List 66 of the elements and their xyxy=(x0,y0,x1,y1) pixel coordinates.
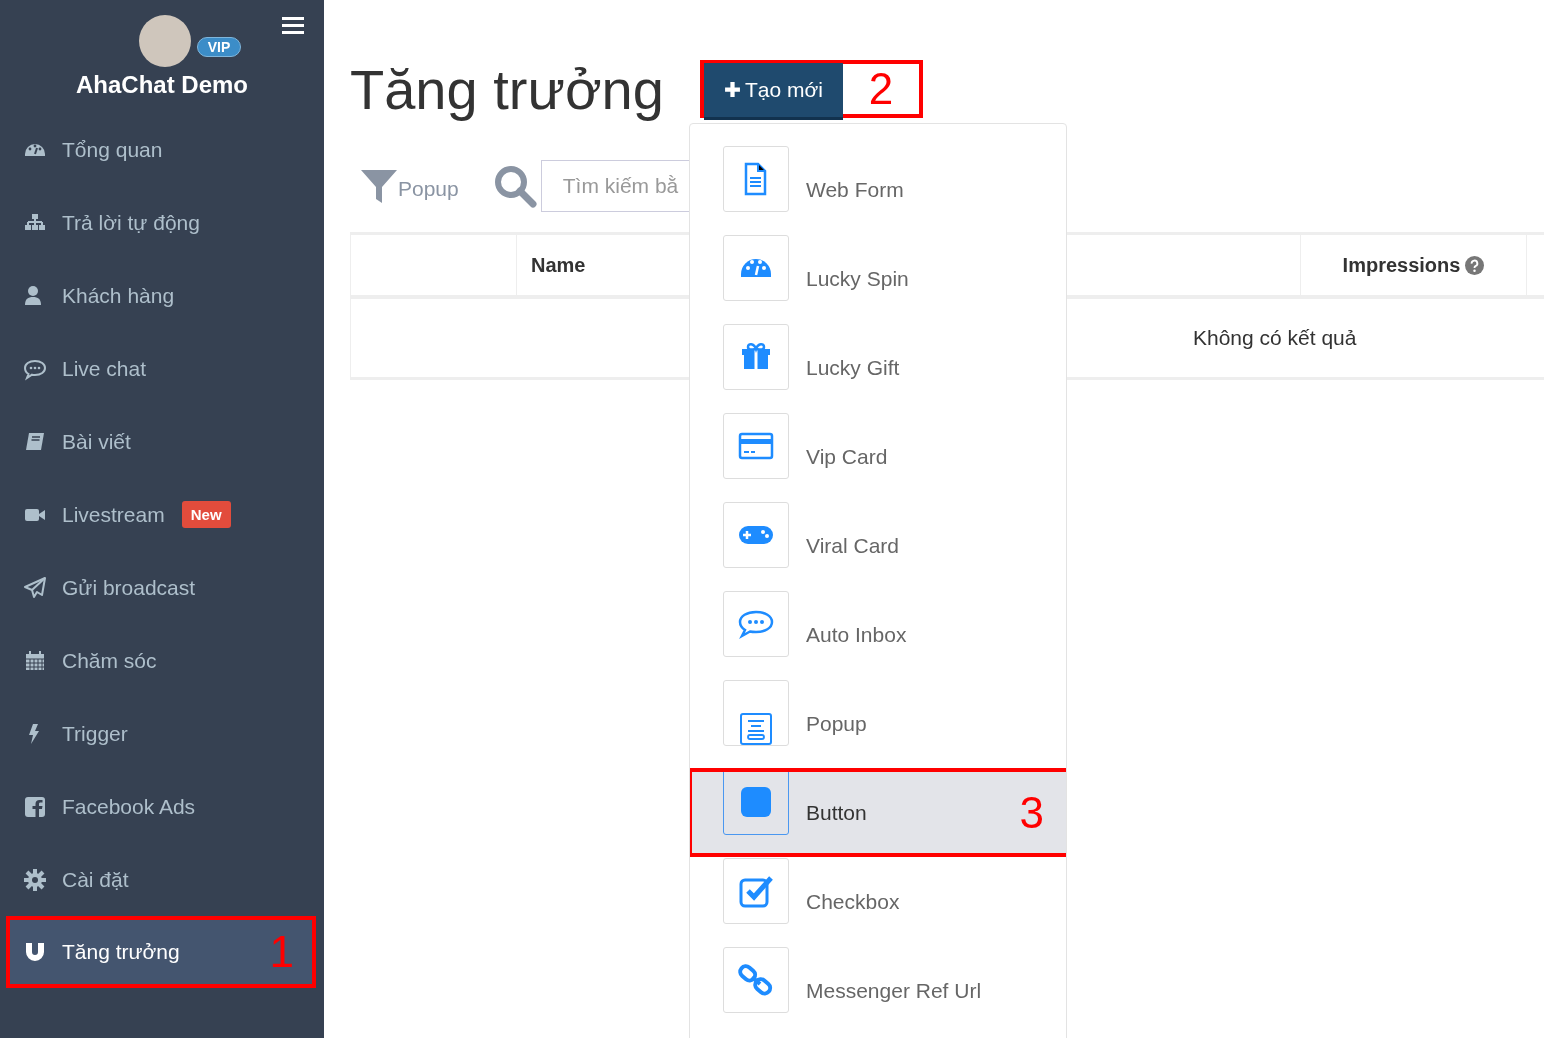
paper-plane-icon xyxy=(23,575,47,600)
sidebar-item-label: Khách hàng xyxy=(62,283,175,308)
page-title: Tăng trưởng xyxy=(350,56,664,122)
dropdown-item-label: Checkbox xyxy=(806,889,900,914)
help-icon[interactable] xyxy=(1465,255,1485,275)
dropdown-item[interactable]: Lucky Gift xyxy=(690,323,1066,412)
account-name: AhaChat Demo xyxy=(76,71,248,99)
search-icon[interactable] xyxy=(492,164,537,208)
sidebar-item[interactable]: Chăm sóc xyxy=(0,624,324,697)
sidebar-item-label: Live chat xyxy=(62,356,147,381)
sidebar-item-label: Gửi broadcast xyxy=(62,575,196,600)
dropdown-item[interactable]: Popup xyxy=(690,679,1066,768)
dropdown-item[interactable]: Button 3 xyxy=(690,768,1066,857)
sidebar-item-label: Bài viết xyxy=(62,429,131,454)
callout-number: 3 xyxy=(1019,790,1044,835)
sidebar-item-label: Trả lời tự động xyxy=(62,210,200,235)
menu-icon[interactable] xyxy=(282,17,304,35)
avatar xyxy=(138,15,191,67)
sidebar-item-label: Livestream xyxy=(62,502,165,527)
dropdown-item-label: Web Form xyxy=(806,177,904,202)
dropdown-item-label: Messenger Ref Url xyxy=(806,978,982,1003)
sidebar-item[interactable]: Live chat xyxy=(0,332,324,405)
dropdown-item-label: Lucky Gift xyxy=(806,355,900,380)
dropdown-item[interactable]: Vip Card xyxy=(690,412,1066,501)
vip-badge: VIP xyxy=(196,37,242,57)
sidebar-item-label: Tăng trưởng xyxy=(62,940,180,964)
filter-label[interactable]: Popup xyxy=(398,177,459,201)
callout-number: 2 xyxy=(867,67,895,111)
dropdown-item-label: Auto Inbox xyxy=(806,622,907,647)
calendar-icon xyxy=(23,648,47,673)
sidebar-item[interactable]: Trigger xyxy=(0,697,324,770)
dropdown-item[interactable]: Viral Card xyxy=(690,501,1066,590)
plus-icon xyxy=(723,81,741,98)
empty-message: Không có kết quả xyxy=(1193,326,1357,350)
dropdown-item-label: Popup xyxy=(806,711,867,736)
dropdown-item-label: Vip Card xyxy=(806,444,888,469)
sidebar-item-label: Trigger xyxy=(62,721,128,746)
sidebar-item[interactable]: Bài viết xyxy=(0,405,324,478)
dropdown-item[interactable]: Messenger Ref Url xyxy=(690,946,1066,1035)
sidebar-item-label: Tổng quan xyxy=(62,137,163,162)
sidebar-item-label: Chăm sóc xyxy=(62,648,157,673)
sidebar-item-label: Cài đặt xyxy=(62,867,129,892)
settings-icon xyxy=(23,867,47,892)
magnet-icon xyxy=(23,940,47,964)
dropdown-item-label: Lucky Spin xyxy=(806,266,909,291)
sidebar-item[interactable]: Tổng quan xyxy=(0,113,324,186)
dropdown-item-label: Button xyxy=(806,800,867,825)
sidebar-item[interactable]: Trả lời tự động xyxy=(0,186,324,259)
sidebar-item[interactable]: Cài đặt xyxy=(0,843,324,916)
link-icon xyxy=(738,961,774,998)
sidebar-item[interactable]: Facebook Ads xyxy=(0,770,324,843)
dropdown-item[interactable]: Auto Inbox xyxy=(690,590,1066,679)
callout-number: 1 xyxy=(269,930,294,974)
sidebar-item[interactable]: Livestream New xyxy=(0,478,324,551)
facebook-icon xyxy=(23,794,47,819)
sidebar-item[interactable]: Gửi broadcast xyxy=(0,551,324,624)
sidebar-item[interactable]: Tăng trưởng 1 xyxy=(6,916,316,988)
create-button[interactable]: Tạo mới xyxy=(703,62,843,120)
dropdown-item[interactable]: Lucky Spin xyxy=(690,234,1066,323)
sidebar-item-label: Facebook Ads xyxy=(62,794,196,819)
dropdown-item-label: Viral Card xyxy=(806,533,899,558)
sidebar-item[interactable]: Khách hàng xyxy=(0,259,324,332)
new-badge: New xyxy=(181,501,231,528)
filter-icon[interactable] xyxy=(360,167,398,205)
column-header[interactable]: Impressions xyxy=(1301,235,1527,295)
dropdown-item[interactable]: Checkbox xyxy=(690,857,1066,946)
